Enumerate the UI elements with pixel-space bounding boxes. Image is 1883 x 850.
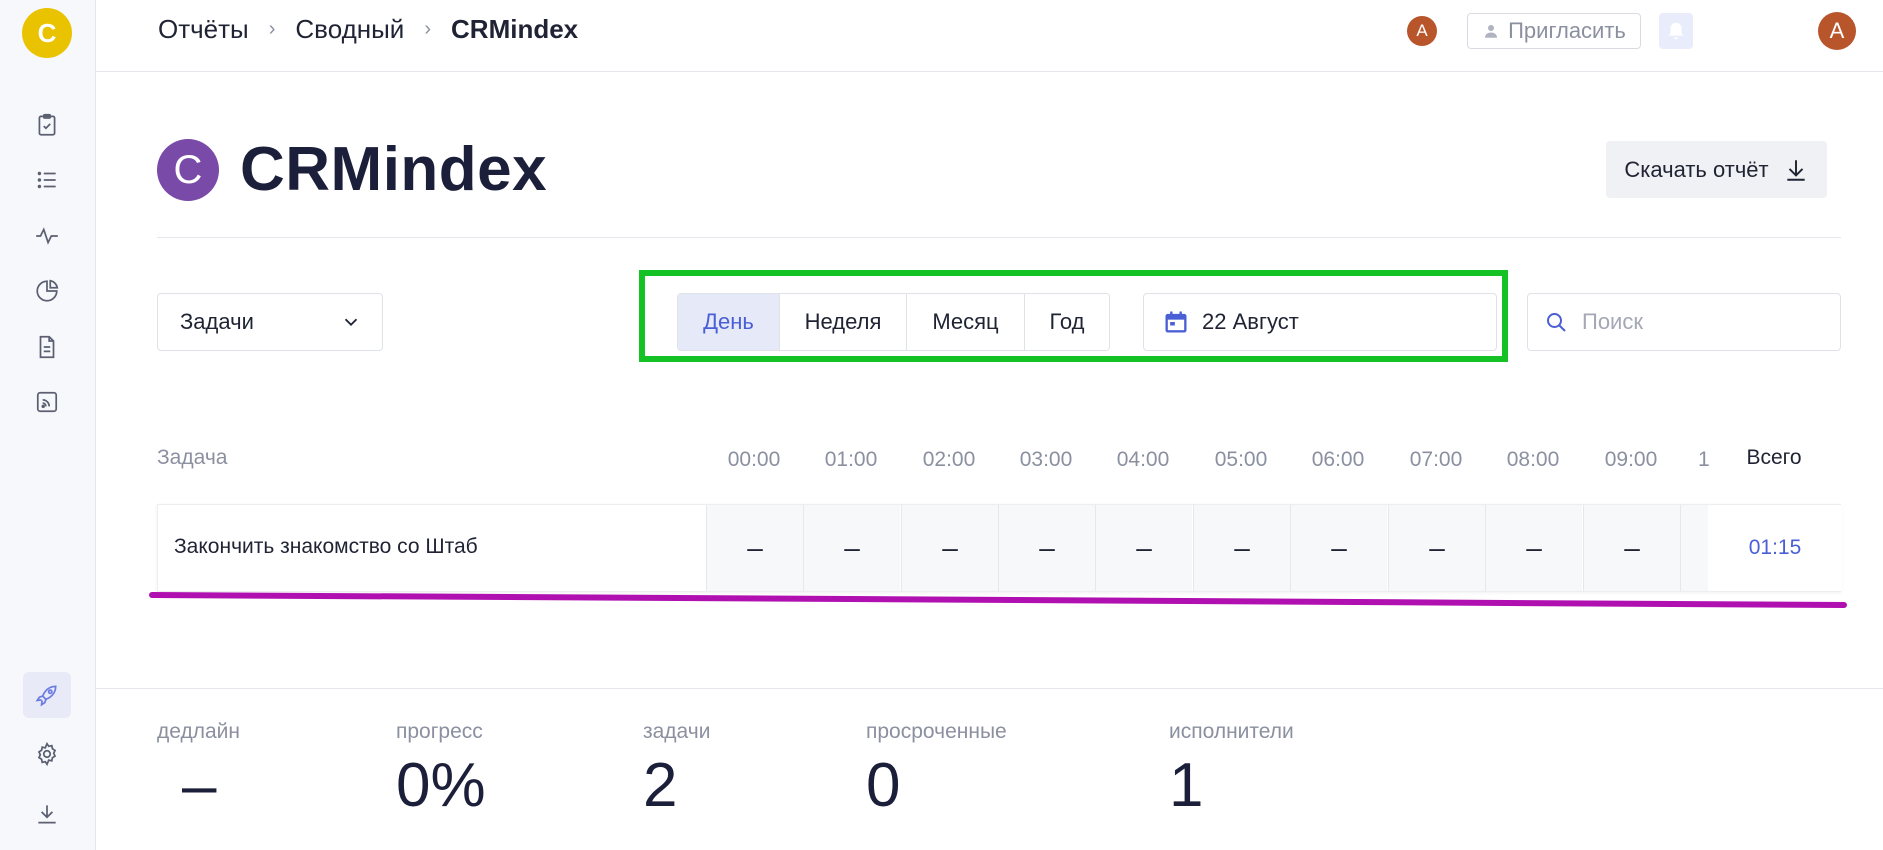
hour-cell: – [901, 505, 998, 591]
date-picker[interactable]: 22 Август [1143, 293, 1497, 351]
page-title: CRMindex [240, 135, 548, 204]
column-header-hour: 07:00 [1409, 448, 1463, 471]
hour-cell: – [1095, 505, 1192, 591]
pie-chart-icon[interactable] [28, 272, 66, 310]
hour-cell: – [1290, 505, 1387, 591]
download-report-label: Скачать отчёт [1624, 156, 1769, 182]
hour-cell: – [1583, 505, 1680, 591]
rocket-icon[interactable] [23, 672, 71, 718]
date-value: 22 Август [1202, 309, 1299, 334]
column-header-hour: 03:00 [1019, 448, 1073, 471]
invite-button[interactable]: Пригласить [1467, 13, 1641, 49]
hour-cell: – [803, 505, 900, 591]
activity-icon[interactable] [28, 217, 66, 255]
stat-deadline-label: дедлайн [157, 720, 240, 743]
breadcrumb: Отчёты › Сводный › CRMindex [158, 14, 578, 45]
table-row[interactable]: Закончить знакомство со Штаб – – – – – –… [157, 504, 1842, 592]
group-by-value: Задачи [180, 309, 254, 334]
hour-cell: – [1485, 505, 1582, 591]
settings-gear-icon[interactable] [28, 735, 66, 773]
breadcrumb-summary[interactable]: Сводный [295, 14, 404, 45]
rss-icon[interactable] [28, 383, 66, 421]
invite-label: Пригласить [1508, 18, 1626, 43]
column-header-hour: 02:00 [922, 448, 976, 471]
column-header-hour: 04:00 [1116, 448, 1170, 471]
column-header-hour: 00:00 [727, 448, 781, 471]
task-total-time: 01:15 [1708, 505, 1842, 591]
header-divider [157, 237, 1841, 238]
stat-progress-value: 0% [396, 751, 486, 820]
task-name[interactable]: Закончить знакомство со Штаб [174, 535, 478, 559]
hour-cell: – [998, 505, 1095, 591]
column-header-hour: 01:00 [824, 448, 878, 471]
column-header-task: Задача [157, 446, 228, 469]
column-header-hour: 05:00 [1214, 448, 1268, 471]
chevron-right-icon: › [268, 18, 276, 40]
group-by-select[interactable]: Задачи [157, 293, 383, 351]
hour-cell: – [1388, 505, 1485, 591]
list-icon[interactable] [28, 161, 66, 199]
tab-year[interactable]: Год [1025, 294, 1109, 350]
sidebar: C [0, 0, 96, 850]
download-icon[interactable] [28, 795, 66, 833]
stat-progress-label: прогресс [396, 720, 483, 743]
column-header-hour-partial: 1 [1698, 448, 1710, 471]
tab-month[interactable]: Месяц [907, 294, 1025, 350]
column-header-hour: 08:00 [1506, 448, 1560, 471]
stat-overdue-label: просроченные [866, 720, 1007, 743]
hour-cell: – [706, 505, 803, 591]
calendar-icon [1165, 311, 1187, 333]
user-icon [1485, 25, 1498, 38]
stat-tasks-label: задачи [643, 720, 711, 743]
stat-assignees-label: исполнители [1169, 720, 1294, 743]
tab-week[interactable]: Неделя [780, 294, 907, 350]
document-icon[interactable] [28, 328, 66, 366]
column-header-hour: 06:00 [1311, 448, 1365, 471]
search-box[interactable] [1527, 293, 1841, 351]
user-avatar[interactable]: A [1818, 12, 1856, 50]
breadcrumb-current: CRMindex [451, 14, 579, 44]
member-avatar[interactable]: A [1407, 16, 1437, 46]
download-report-button[interactable]: Скачать отчёт [1606, 141, 1827, 198]
chevron-right-icon: › [424, 18, 432, 40]
column-header-total: Всего [1746, 446, 1802, 469]
project-logo: C [157, 139, 219, 201]
stats-footer [96, 688, 1883, 850]
stat-tasks-value: 2 [643, 751, 678, 820]
search-input[interactable] [1582, 309, 1822, 335]
stat-assignees-value: 1 [1169, 751, 1204, 820]
clipboard-check-icon[interactable] [28, 106, 66, 144]
chevron-down-icon [344, 318, 358, 327]
row-underline-annotation [149, 592, 1847, 608]
notifications-bell-icon[interactable] [1659, 13, 1693, 49]
hour-cell-partial [1680, 505, 1708, 591]
tab-day[interactable]: День [678, 294, 780, 350]
stat-overdue-value: 0 [866, 751, 901, 820]
workspace-logo[interactable]: C [22, 8, 72, 58]
stat-deadline-value: – [182, 751, 217, 820]
download-arrow-icon [1786, 159, 1805, 181]
breadcrumb-reports[interactable]: Отчёты [158, 14, 249, 45]
search-icon [1547, 313, 1566, 332]
period-tabs: День Неделя Месяц Год [677, 293, 1110, 351]
hour-cell: – [1193, 505, 1290, 591]
